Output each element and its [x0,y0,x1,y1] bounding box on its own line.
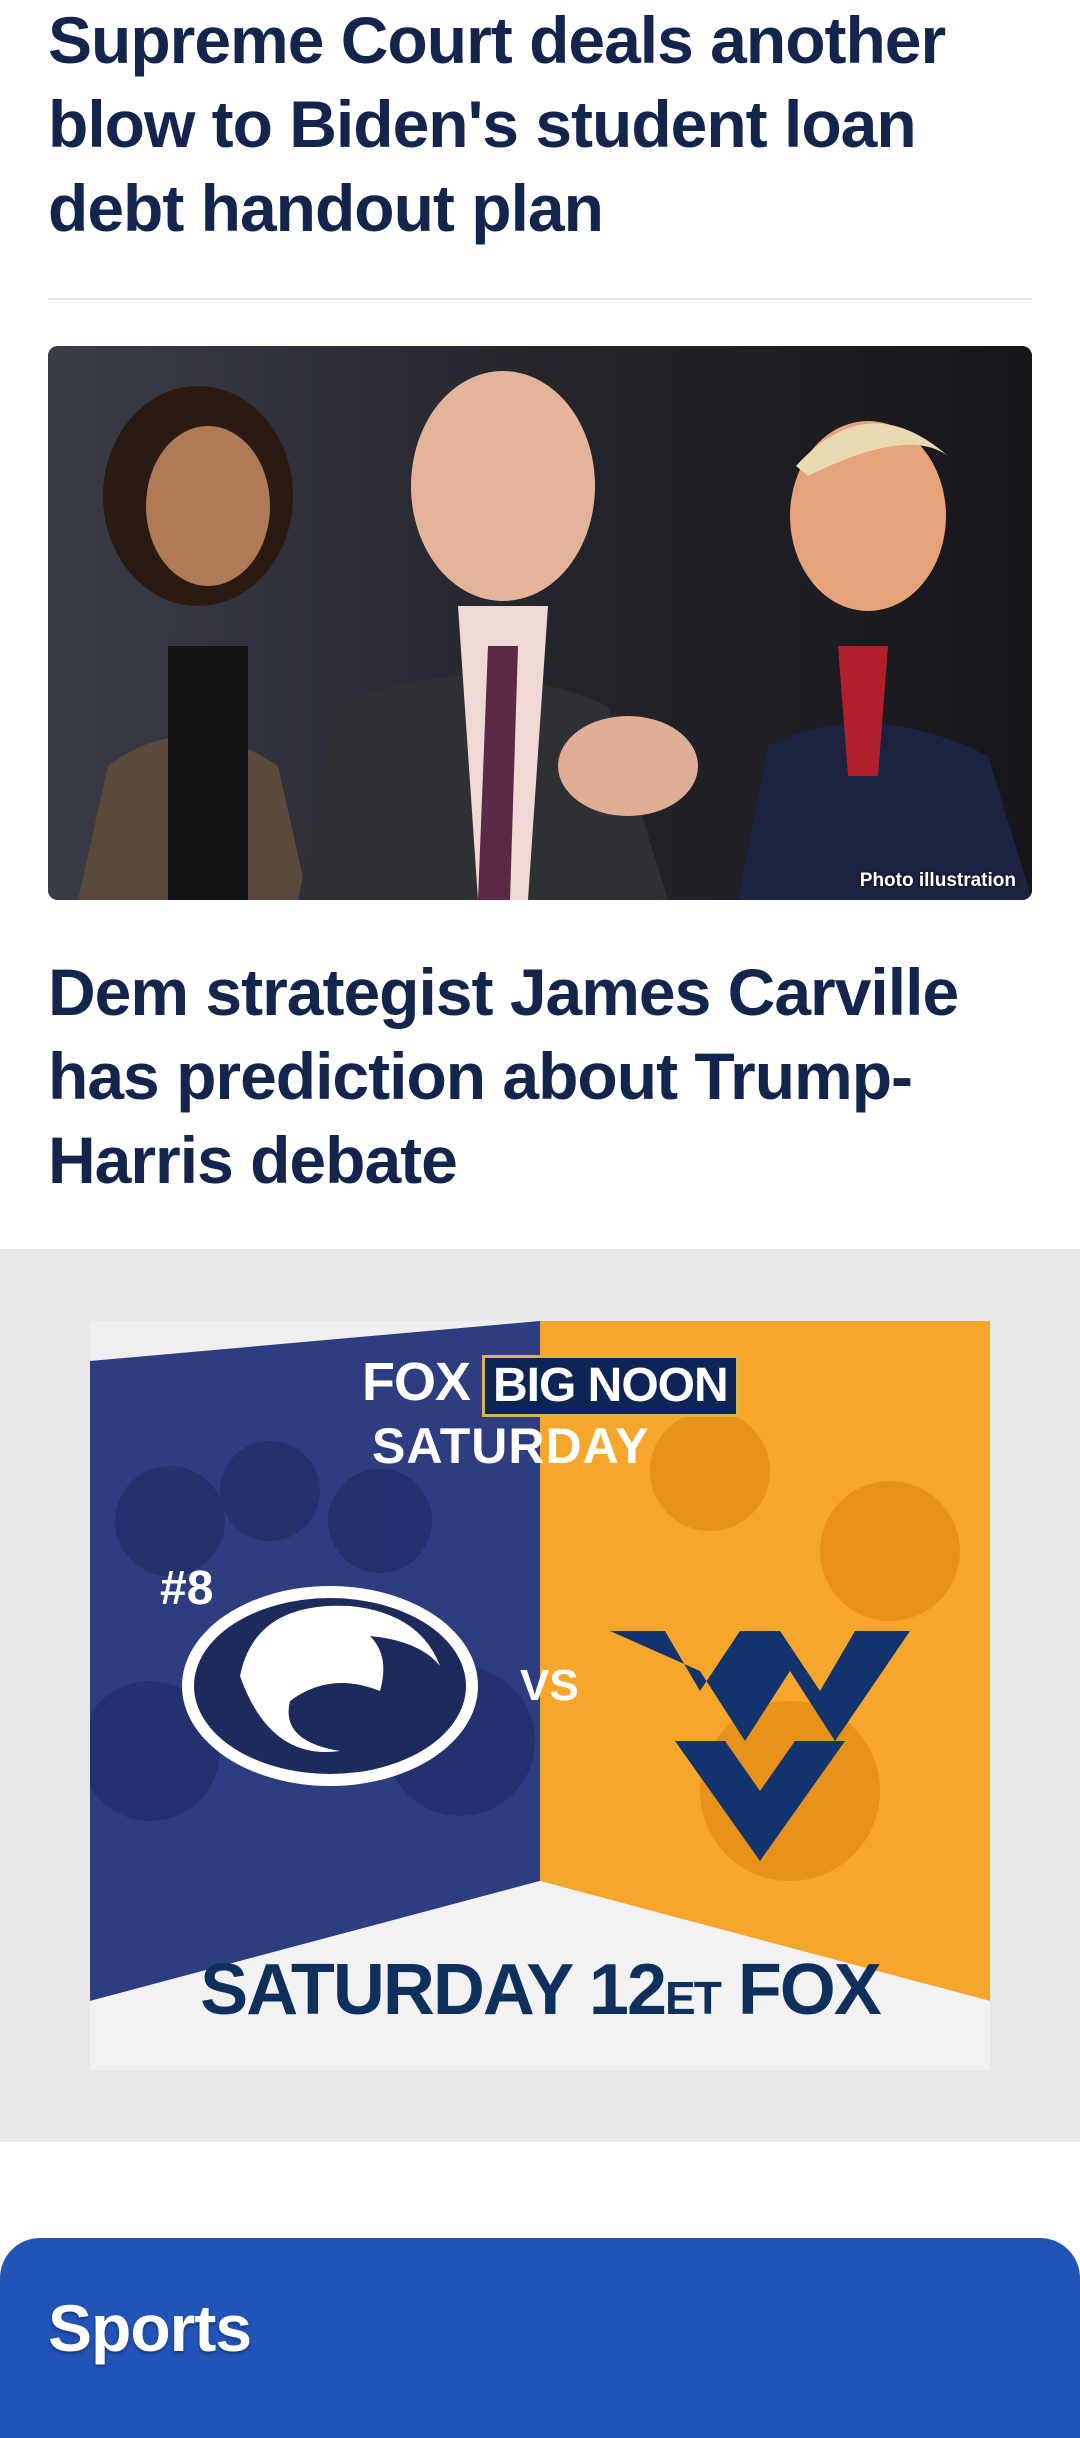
headline-carville[interactable]: Dem strategist James Carville has predic… [48,950,1008,1202]
ad-schedule-timezone: ET [665,1972,722,2024]
headline-supreme-court[interactable]: Supreme Court deals another blow to Bide… [48,0,1008,250]
sports-section-header[interactable]: Sports [0,2238,1080,2438]
ad-team-rank: #8 [160,1562,214,1615]
ad-vs-label: VS [520,1661,579,1710]
sports-section-title: Sports [48,2291,252,2365]
ad-big-noon-label: BIG NOON [482,1355,739,1417]
ad-fox-logo: FOX [362,1352,471,1412]
image-caption: Photo illustration [859,870,1016,891]
divider [48,298,1032,300]
ad-schedule: SATURDAY 12ET FOX [90,1949,990,2031]
ad-schedule-time: SATURDAY 12 [200,1950,667,2030]
story-image-carville[interactable]: Photo illustration [48,346,1032,900]
photo-illustration [48,346,1032,900]
penn-state-logo [182,1586,478,1786]
ad-saturday-label: SATURDAY [372,1418,650,1474]
big-noon-saturday-ad[interactable]: FOX BIG NOON SATURDAY #8 VS SATURDAY 12E… [90,1321,990,2070]
ad-schedule-network: FOX [737,1950,882,2030]
